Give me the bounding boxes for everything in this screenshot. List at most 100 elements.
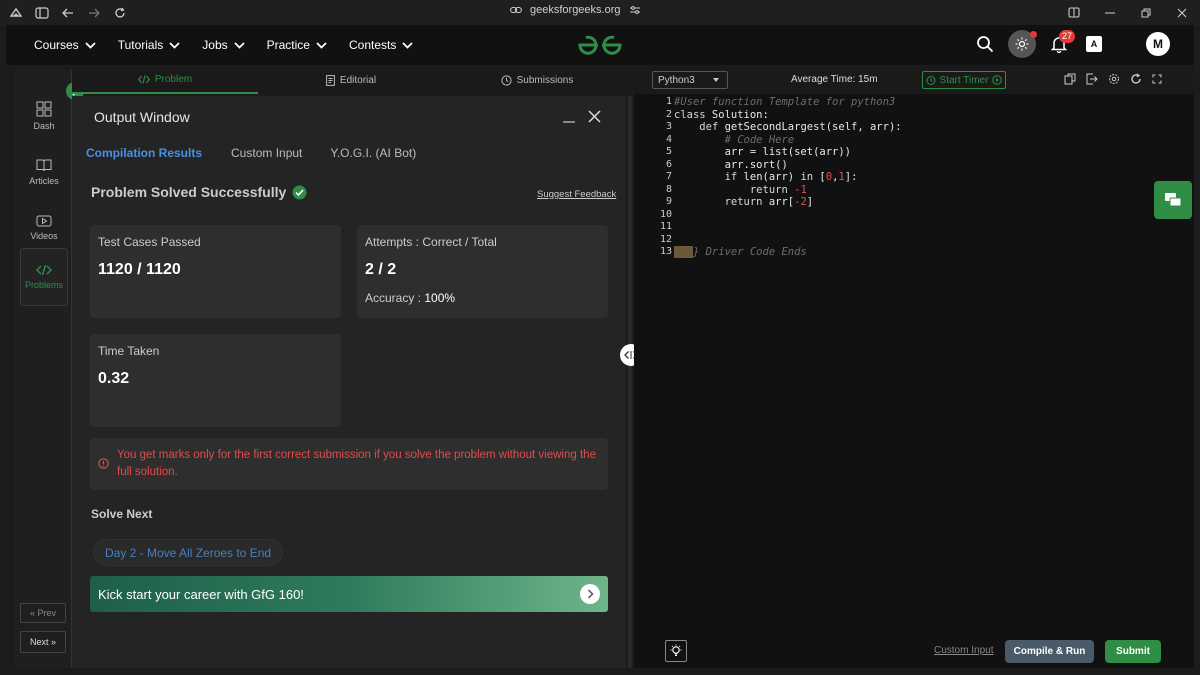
timer-icon [926, 75, 936, 85]
sidebar-item-label: Problems [24, 280, 63, 290]
split-view-icon[interactable] [1056, 0, 1092, 25]
line-number: 5 [665, 146, 672, 157]
nav-label: Courses [34, 38, 79, 52]
tab-submissions[interactable]: Submissions [444, 66, 630, 94]
gear-icon[interactable] [1108, 73, 1120, 85]
average-time: Average Time: 15m [791, 74, 878, 85]
sidebar-item-problems[interactable]: Problems [20, 248, 68, 306]
reload-icon[interactable] [110, 3, 130, 23]
output-tabs: Compilation Results Custom Input Y.O.G.I… [72, 138, 626, 168]
prev-label: « Prev [29, 608, 56, 618]
warning-text: You get marks only for the first correct… [117, 449, 596, 478]
line-number: 7 [665, 171, 672, 182]
gfg160-banner[interactable]: Kick start your career with GfG 160! [90, 576, 608, 612]
start-timer-button[interactable]: Start Timer [922, 71, 1006, 89]
minimize-panel-icon[interactable] [562, 110, 576, 124]
back-arrow-icon[interactable] [58, 3, 78, 23]
site-settings-icon[interactable] [629, 5, 641, 15]
nav-courses[interactable]: Courses [34, 38, 96, 52]
search-icon[interactable] [976, 35, 994, 53]
accuracy-value: 100% [424, 291, 456, 305]
language-select[interactable]: Python3 [652, 71, 728, 89]
editor-footer: Custom Input Compile & Run Submit [634, 636, 1194, 668]
chevron-right-icon[interactable] [580, 584, 600, 604]
minimize-icon[interactable] [1092, 0, 1128, 25]
tab-custom-input[interactable]: Custom Input [231, 140, 302, 166]
address-bar[interactable]: geeksforgeeks.org [510, 4, 641, 16]
line-number: 6 [665, 158, 672, 170]
lightbulb-icon[interactable] [665, 640, 687, 662]
language-value: Python3 [658, 74, 695, 86]
tab-editorial[interactable]: Editorial [258, 66, 444, 94]
tab-problem[interactable]: Problem [72, 66, 258, 94]
browser-titlebar: geeksforgeeks.org [0, 0, 1200, 25]
nav-jobs[interactable]: Jobs [202, 38, 245, 52]
status-message: Problem Solved Successfully [91, 184, 307, 200]
document-icon [326, 74, 335, 86]
custom-input-link[interactable]: Custom Input [934, 645, 993, 656]
time-label: Time Taken [98, 344, 160, 358]
status-text: Problem Solved Successfully [91, 184, 287, 200]
line-number-gutter: 1 2 3 4 5 6 7 8 9 10 11 12 13 [648, 96, 672, 259]
browser-logo-icon[interactable] [6, 3, 26, 23]
accuracy-label: Accuracy : [365, 291, 422, 305]
gfg-logo[interactable] [576, 34, 624, 56]
nav-contests[interactable]: Contests [349, 38, 413, 52]
chat-button[interactable] [1154, 181, 1192, 219]
tests-value: 1120 / 1120 [98, 261, 181, 278]
url-text: geeksforgeeks.org [530, 4, 621, 16]
next-problem-chip[interactable]: Day 2 - Move All Zeroes to End [93, 539, 284, 566]
time-value: 0.32 [98, 370, 130, 387]
close-window-icon[interactable] [1164, 0, 1200, 25]
video-play-icon [36, 215, 52, 227]
suggest-feedback-link[interactable]: Suggest Feedback [537, 189, 616, 200]
chevron-down-icon [169, 41, 180, 49]
tab-compilation-results[interactable]: Compilation Results [86, 140, 202, 166]
next-button[interactable]: Next » [20, 631, 66, 653]
chat-icon [1164, 192, 1182, 208]
nav-practice[interactable]: Practice [267, 38, 327, 52]
sidebar-item-label: Videos [30, 231, 58, 241]
sidebar-toggle-icon[interactable] [32, 3, 52, 23]
code-icon [36, 264, 52, 276]
code-area[interactable]: #User function Template for python3 clas… [674, 96, 902, 259]
chevron-down-icon [402, 41, 413, 49]
restore-icon[interactable] [1128, 0, 1164, 25]
theme-toggle-button[interactable] [1008, 30, 1037, 58]
reset-icon[interactable] [1130, 73, 1142, 85]
pane-divider[interactable] [628, 96, 632, 668]
tab-yogi-bot[interactable]: Y.O.G.I. (AI Bot) [330, 140, 416, 166]
nav-tutorials[interactable]: Tutorials [118, 38, 181, 52]
attempts-value: 2 / 2 [365, 261, 397, 278]
sidebar-item-dash[interactable]: Dash [20, 88, 68, 144]
prev-button[interactable]: « Prev [20, 603, 66, 623]
code-editor-pane: Python3 Average Time: 15m Start Timer 1 … [634, 66, 1194, 668]
line-number: 10 [659, 208, 672, 220]
sidebar-item-articles[interactable]: Articles [20, 144, 68, 200]
chevron-down-icon [233, 41, 245, 49]
banner-text: Kick start your career with GfG 160! [98, 586, 304, 602]
avatar[interactable]: M [1146, 32, 1170, 56]
left-sidebar: Dash Articles Videos Problems « Prev Nex… [14, 70, 72, 668]
line-number: 12 [659, 233, 672, 245]
tests-card: Test Cases Passed 1120 / 1120 [90, 225, 341, 318]
sidebar-item-label: Articles [29, 176, 59, 186]
submit-button[interactable]: Submit [1105, 640, 1161, 663]
sun-icon [1015, 37, 1029, 51]
attempts-card: Attempts : Correct / Total 2 / 2 Accurac… [357, 225, 608, 318]
editor-toolbar: Python3 Average Time: 15m Start Timer [634, 66, 1194, 94]
dashboard-icon [36, 101, 52, 117]
compile-run-button[interactable]: Compile & Run [1005, 640, 1094, 663]
fullscreen-icon[interactable] [1152, 74, 1162, 84]
translate-icon[interactable]: A [1086, 36, 1102, 52]
copy-icon[interactable] [1064, 73, 1076, 85]
forward-arrow-icon[interactable] [84, 3, 104, 23]
notifications-button[interactable]: 27 [1050, 30, 1076, 53]
export-icon[interactable] [1086, 73, 1098, 85]
nav-label: Practice [266, 38, 310, 52]
line-number: 8 [665, 183, 672, 195]
line-number: 9 [665, 196, 672, 207]
chevron-down-icon [316, 41, 327, 49]
warning-box: You get marks only for the first correct… [90, 438, 608, 490]
close-icon[interactable] [588, 110, 601, 123]
